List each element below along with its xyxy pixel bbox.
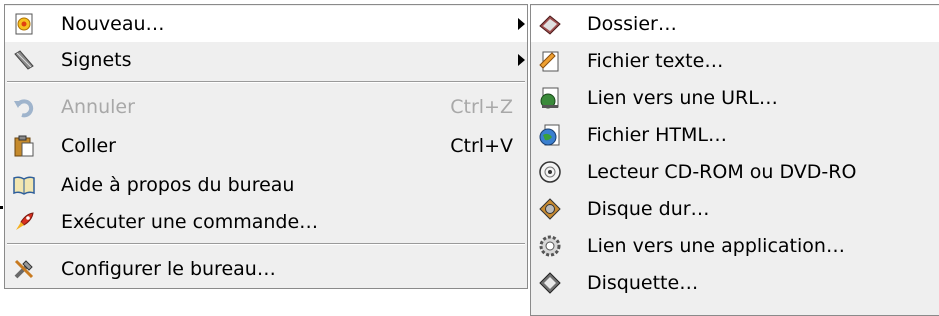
menu-item-desktop-help[interactable]: Aide à propos du bureau [5, 167, 527, 203]
undo-icon [11, 94, 37, 120]
tools-icon [11, 256, 37, 282]
menu-separator [7, 243, 525, 245]
folder-icon [537, 11, 563, 37]
floppy-icon [537, 270, 563, 296]
bookmark-icon [11, 47, 37, 73]
submenu-item-hard-disk[interactable]: Disque dur… [531, 191, 939, 227]
submenu-item-app-link[interactable]: Lien vers une application… [531, 228, 939, 264]
menu-item-configure-desktop[interactable]: Configurer le bureau… [5, 251, 527, 287]
new-icon [11, 11, 37, 37]
harddisk-icon [537, 196, 563, 222]
submenu-item-floppy[interactable]: Disquette… [531, 265, 939, 301]
submenu-arrow-icon [518, 18, 525, 30]
help-book-icon [11, 172, 37, 198]
menu-item-new[interactable]: Nouveau… [5, 6, 527, 42]
url-link-icon [537, 85, 563, 111]
menu-separator [7, 81, 525, 83]
submenu-arrow-icon [518, 54, 525, 66]
submenu-item-url-link[interactable]: Lien vers une URL… [531, 80, 939, 116]
stray-pixel [0, 206, 3, 209]
new-submenu: Dossier… Fichier texte… Lien vers une UR… [530, 4, 939, 316]
html-file-icon [537, 122, 563, 148]
text-file-icon [537, 48, 563, 74]
submenu-item-text-file[interactable]: Fichier texte… [531, 43, 939, 79]
menu-item-paste[interactable]: Coller Ctrl+V [5, 128, 527, 164]
submenu-item-html-file[interactable]: Fichier HTML… [531, 117, 939, 153]
app-link-icon [537, 233, 563, 259]
menu-item-run-command[interactable]: Exécuter une commande… [5, 204, 527, 240]
cdrom-icon [537, 159, 563, 185]
submenu-item-folder[interactable]: Dossier… [531, 6, 939, 42]
rocket-icon [11, 209, 37, 235]
menu-item-bookmarks[interactable]: Signets [5, 42, 527, 78]
paste-icon [11, 133, 37, 159]
desktop-context-menu: Nouveau… Signets Annuler Ctrl+Z Coller C… [4, 4, 528, 289]
submenu-item-cdrom[interactable]: Lecteur CD-ROM ou DVD-RO [531, 154, 939, 190]
menu-item-undo[interactable]: Annuler Ctrl+Z [5, 89, 527, 125]
